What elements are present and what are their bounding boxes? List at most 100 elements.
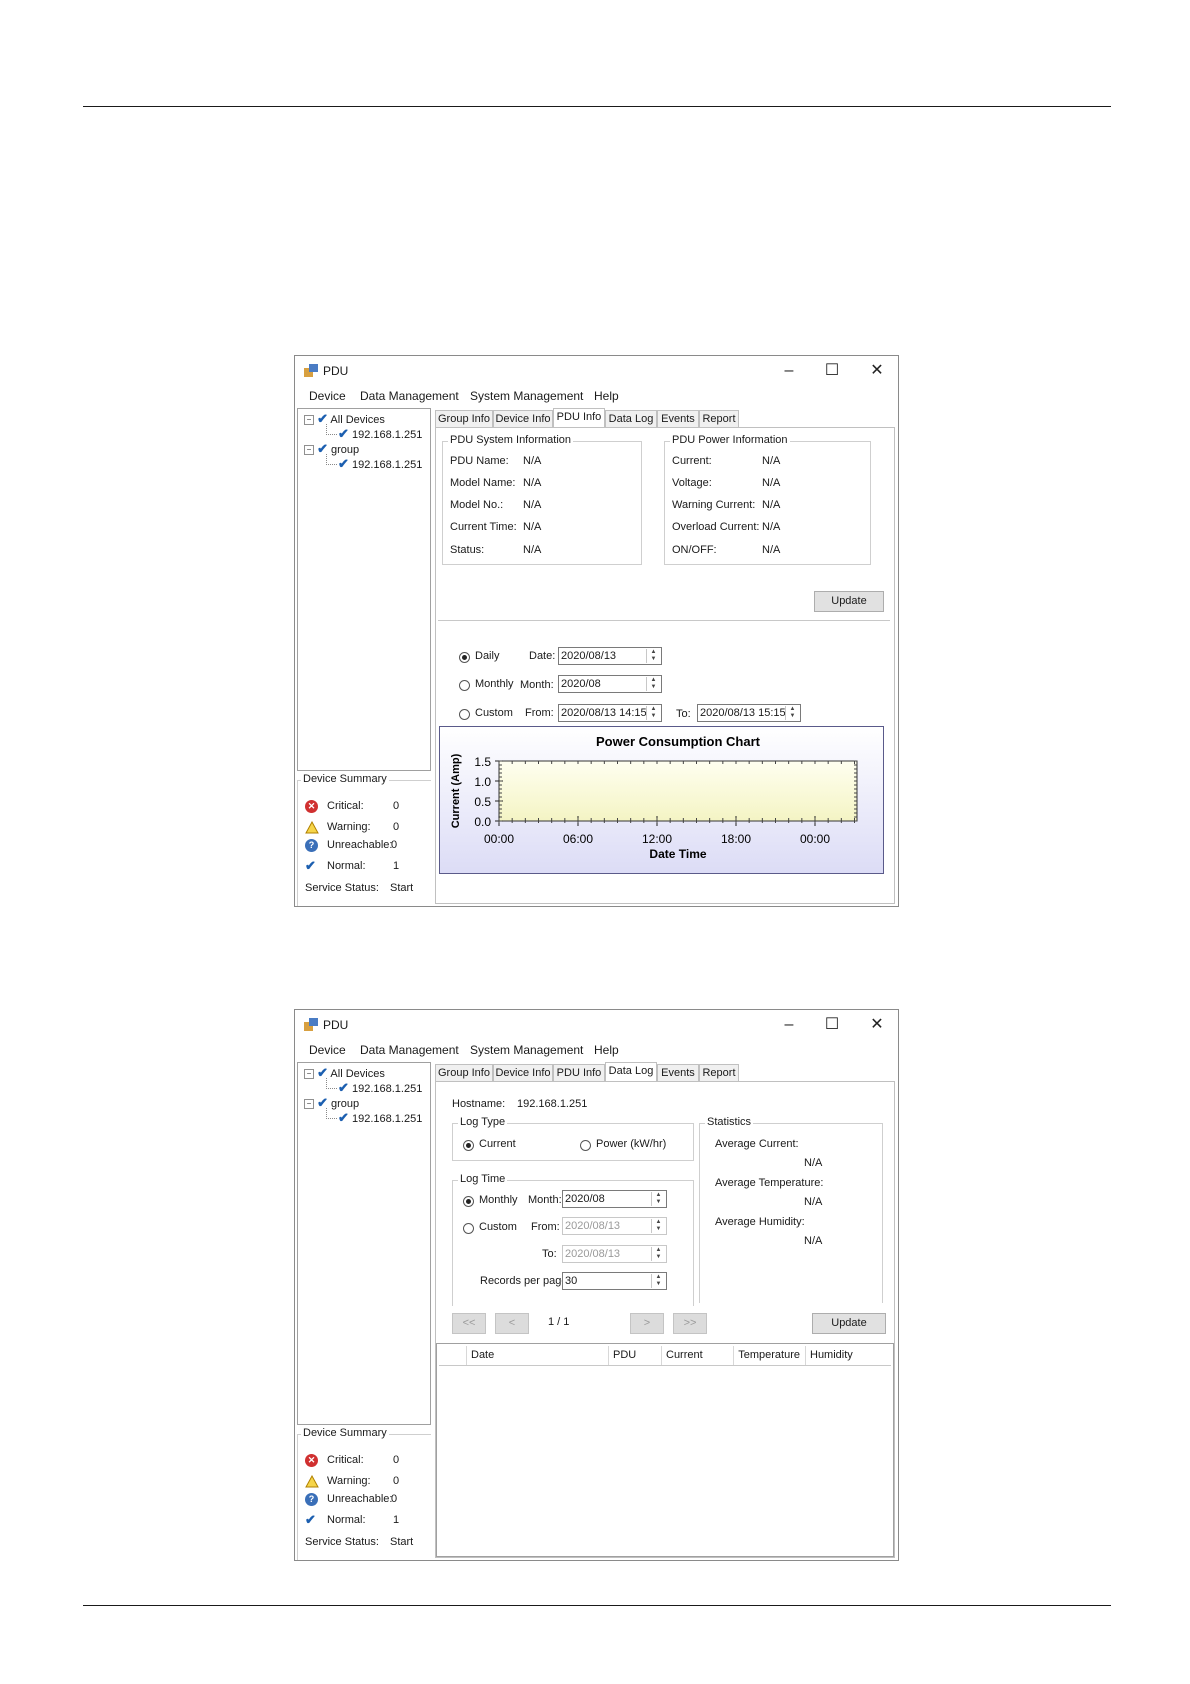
tab-data-log[interactable]: Data Log bbox=[605, 410, 657, 427]
menu-device[interactable]: Device bbox=[309, 389, 346, 403]
menu-data-management[interactable]: Data Management bbox=[360, 389, 459, 403]
spin-arrows-icon[interactable]: ▲ ▼ bbox=[646, 649, 660, 663]
minimize-icon[interactable]: – bbox=[769, 359, 809, 383]
device-tree: − ✔ All Devices ✔ 192.168.1.251 − ✔ grou… bbox=[297, 408, 431, 771]
from-picker[interactable]: 2020/08/13 14:15 ▲ ▼ bbox=[558, 704, 662, 722]
daily-radio[interactable] bbox=[459, 652, 470, 663]
column-date[interactable]: Date bbox=[467, 1346, 609, 1365]
collapse-icon[interactable]: − bbox=[304, 445, 314, 456]
minimize-icon[interactable]: – bbox=[769, 1013, 809, 1037]
tree-label: 192.168.1.251 bbox=[351, 1113, 423, 1125]
tab-pdu-info[interactable]: PDU Info bbox=[553, 1064, 605, 1081]
spin-arrows-icon[interactable]: ▲ ▼ bbox=[651, 1247, 665, 1261]
to-picker[interactable]: 2020/08/13 ▲ ▼ bbox=[562, 1245, 667, 1263]
device-summary: Device Summary ✕ Critical: 0 Warning: 0 … bbox=[297, 1426, 431, 1560]
tab-events[interactable]: Events bbox=[657, 1064, 699, 1081]
month-picker[interactable]: 2020/08 ▲ ▼ bbox=[558, 675, 662, 693]
update-button[interactable]: Update bbox=[812, 1313, 886, 1334]
column-temperature[interactable]: Temperature bbox=[734, 1346, 806, 1365]
tab-report[interactable]: Report bbox=[699, 1064, 739, 1081]
tab-report[interactable]: Report bbox=[699, 410, 739, 427]
y-tick-label: 0.5 bbox=[474, 795, 491, 809]
average-humidity-label: Average Humidity: bbox=[715, 1216, 805, 1228]
device-tree: − ✔ All Devices ✔ 192.168.1.251 − ✔ grou… bbox=[297, 1062, 431, 1425]
tree-label: 192.168.1.251 bbox=[351, 459, 423, 471]
title-bar: PDU – ☐ ✕ bbox=[295, 356, 898, 386]
menu-device[interactable]: Device bbox=[309, 1043, 346, 1057]
monthly-radio[interactable] bbox=[459, 680, 470, 691]
tree-node-device[interactable]: ✔ 192.168.1.251 bbox=[338, 426, 422, 442]
records-per-page-picker[interactable]: 30 ▲ ▼ bbox=[562, 1272, 667, 1290]
tab-device-info[interactable]: Device Info bbox=[493, 410, 553, 427]
spin-arrows-icon[interactable]: ▲ ▼ bbox=[646, 706, 660, 720]
close-icon[interactable]: ✕ bbox=[857, 1013, 897, 1037]
collapse-icon[interactable]: − bbox=[304, 415, 314, 426]
check-icon: ✔ bbox=[338, 456, 349, 471]
next-page-button[interactable]: > bbox=[630, 1313, 664, 1334]
tab-group-info[interactable]: Group Info bbox=[435, 1064, 493, 1081]
hostname-value: 192.168.1.251 bbox=[517, 1098, 588, 1110]
custom-radio[interactable] bbox=[463, 1223, 474, 1234]
tree-node-device[interactable]: ✔ 192.168.1.251 bbox=[338, 1080, 422, 1096]
current-time-value: N/A bbox=[523, 521, 542, 533]
tab-data-log[interactable]: Data Log bbox=[605, 1062, 657, 1082]
maximize-icon[interactable]: ☐ bbox=[812, 359, 852, 383]
to-picker[interactable]: 2020/08/13 15:15 ▲ ▼ bbox=[697, 704, 801, 722]
records-per-page-label: Records per page: bbox=[480, 1275, 571, 1287]
column-current[interactable]: Current bbox=[662, 1346, 734, 1365]
pdu-app-icon bbox=[304, 364, 318, 377]
date-picker[interactable]: 2020/08/13 ▲ ▼ bbox=[558, 647, 662, 665]
current-label: Current: bbox=[672, 455, 712, 467]
tree-node-group-device[interactable]: ✔ 192.168.1.251 bbox=[338, 1110, 422, 1126]
spin-arrows-icon[interactable]: ▲ ▼ bbox=[651, 1274, 665, 1288]
page-bottom-rule bbox=[83, 1605, 1111, 1606]
title-bar: PDU – ☐ ✕ bbox=[295, 1010, 898, 1040]
column-pdu[interactable]: PDU bbox=[609, 1346, 662, 1365]
check-icon: ✔ bbox=[338, 1080, 349, 1095]
menu-data-management[interactable]: Data Management bbox=[360, 1043, 459, 1057]
current-label: Current bbox=[479, 1138, 516, 1150]
average-current-label: Average Current: bbox=[715, 1138, 799, 1150]
spin-arrows-icon[interactable]: ▲ ▼ bbox=[651, 1192, 665, 1206]
hostname-label: Hostname: bbox=[452, 1098, 506, 1110]
spin-arrows-icon[interactable]: ▲ ▼ bbox=[785, 706, 799, 720]
spin-arrows-icon[interactable]: ▲ ▼ bbox=[646, 677, 660, 691]
collapse-icon[interactable]: − bbox=[304, 1099, 314, 1110]
window-title: PDU bbox=[323, 364, 349, 378]
menu-system-management[interactable]: System Management bbox=[470, 389, 583, 403]
menu-help[interactable]: Help bbox=[594, 1043, 619, 1057]
previous-page-button[interactable]: < bbox=[495, 1313, 529, 1334]
plot-area bbox=[498, 760, 858, 822]
x-tick-label: 12:00 bbox=[642, 832, 672, 846]
monthly-radio[interactable] bbox=[463, 1196, 474, 1207]
current-radio[interactable] bbox=[463, 1140, 474, 1151]
maximize-icon[interactable]: ☐ bbox=[812, 1013, 852, 1037]
update-button[interactable]: Update bbox=[814, 591, 884, 612]
warning-current-value: N/A bbox=[762, 499, 781, 511]
month-label: Month: bbox=[520, 679, 554, 691]
tree-node-all-devices[interactable]: − ✔ All Devices bbox=[304, 1065, 385, 1081]
tab-device-info[interactable]: Device Info bbox=[493, 1064, 553, 1081]
month-picker[interactable]: 2020/08 ▲ ▼ bbox=[562, 1190, 667, 1208]
from-picker[interactable]: 2020/08/13 ▲ ▼ bbox=[562, 1217, 667, 1235]
tab-events[interactable]: Events bbox=[657, 410, 699, 427]
pdu-system-info-title: PDU System Information bbox=[448, 434, 574, 446]
collapse-icon[interactable]: − bbox=[304, 1069, 314, 1080]
last-page-button[interactable]: >> bbox=[673, 1313, 707, 1334]
tab-group-info[interactable]: Group Info bbox=[435, 410, 493, 427]
y-tick-label: 1.0 bbox=[474, 775, 491, 789]
power-label: Power (kW/hr) bbox=[596, 1138, 667, 1150]
column-humidity[interactable]: Humidity bbox=[806, 1346, 891, 1365]
tab-pdu-info[interactable]: PDU Info bbox=[553, 408, 605, 428]
menu-system-management[interactable]: System Management bbox=[470, 1043, 583, 1057]
power-radio[interactable] bbox=[580, 1140, 591, 1151]
spin-arrows-icon[interactable]: ▲ ▼ bbox=[651, 1219, 665, 1233]
first-page-button[interactable]: << bbox=[452, 1313, 486, 1334]
custom-radio[interactable] bbox=[459, 709, 470, 720]
tree-node-group-device[interactable]: ✔ 192.168.1.251 bbox=[338, 456, 422, 472]
tree-node-all-devices[interactable]: − ✔ All Devices bbox=[304, 411, 385, 427]
close-icon[interactable]: ✕ bbox=[857, 359, 897, 383]
menu-help[interactable]: Help bbox=[594, 389, 619, 403]
warning-current-label: Warning Current: bbox=[672, 499, 756, 511]
warning-icon bbox=[305, 821, 319, 834]
